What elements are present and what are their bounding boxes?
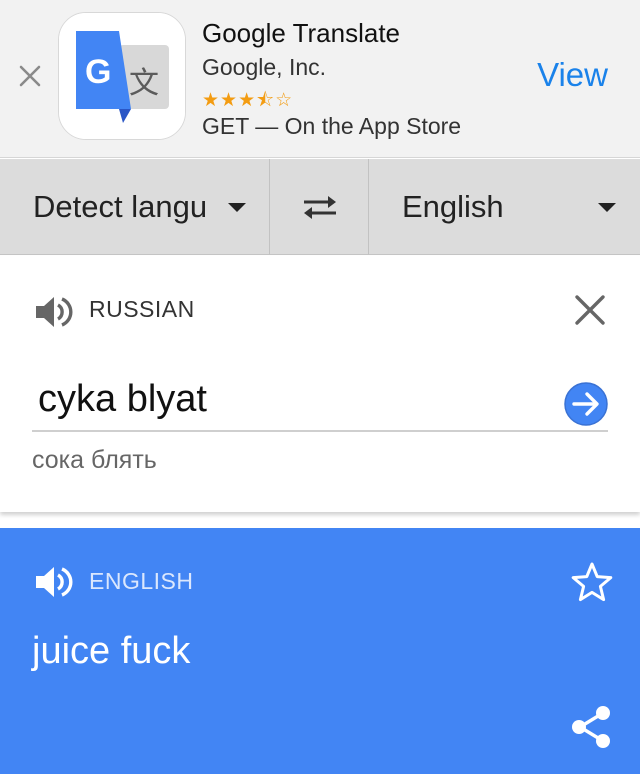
share-button[interactable]	[570, 704, 612, 750]
translation-card: ENGLISH juice fuck	[0, 528, 640, 774]
app-icon[interactable]: G 文	[58, 12, 186, 140]
target-language-select[interactable]: English	[370, 159, 640, 255]
target-language-heading: ENGLISH	[89, 568, 194, 594]
view-button[interactable]: View	[537, 56, 608, 94]
speaker-icon	[36, 297, 73, 327]
source-language-select[interactable]: Detect langu	[0, 159, 270, 255]
chevron-down-icon	[598, 203, 616, 212]
input-card: RUSSIAN cyka blyat сока блять	[0, 256, 640, 512]
swap-arrows-icon	[303, 196, 336, 219]
banner-close-button[interactable]	[16, 62, 44, 90]
app-get-label: GET — On the App Store	[202, 113, 462, 139]
clear-input-button[interactable]	[570, 290, 610, 330]
app-developer: Google, Inc.	[202, 54, 327, 80]
transliteration-text: сока блять	[32, 446, 157, 474]
favorite-star-button[interactable]	[570, 560, 614, 604]
source-speak-button[interactable]	[34, 292, 74, 332]
svg-text:G: G	[85, 53, 111, 91]
target-language-label: English	[402, 189, 504, 224]
chevron-down-icon	[228, 203, 246, 212]
share-icon	[572, 706, 610, 748]
target-speak-button[interactable]	[34, 562, 74, 602]
source-text-input[interactable]: cyka blyat	[38, 378, 207, 421]
speaker-icon	[36, 567, 73, 597]
translate-go-button[interactable]	[563, 381, 609, 427]
detected-language-label: RUSSIAN	[89, 296, 195, 322]
language-bar: Detect langu English	[0, 159, 640, 255]
arrow-right-circle-icon	[564, 382, 608, 426]
input-underline	[32, 430, 608, 432]
source-language-label: Detect langu	[33, 189, 208, 224]
google-translate-logo-icon: G 文	[59, 13, 185, 139]
close-icon	[19, 65, 41, 87]
app-name: Google Translate	[202, 18, 401, 48]
app-store-banner: G 文 Google Translate Google, Inc. ★★★⯪☆ …	[0, 0, 640, 158]
star-outline-icon	[571, 562, 613, 602]
swap-languages-button[interactable]	[271, 159, 369, 255]
svg-text:文: 文	[129, 66, 159, 101]
translation-text: juice fuck	[32, 630, 191, 672]
close-icon	[575, 295, 605, 325]
